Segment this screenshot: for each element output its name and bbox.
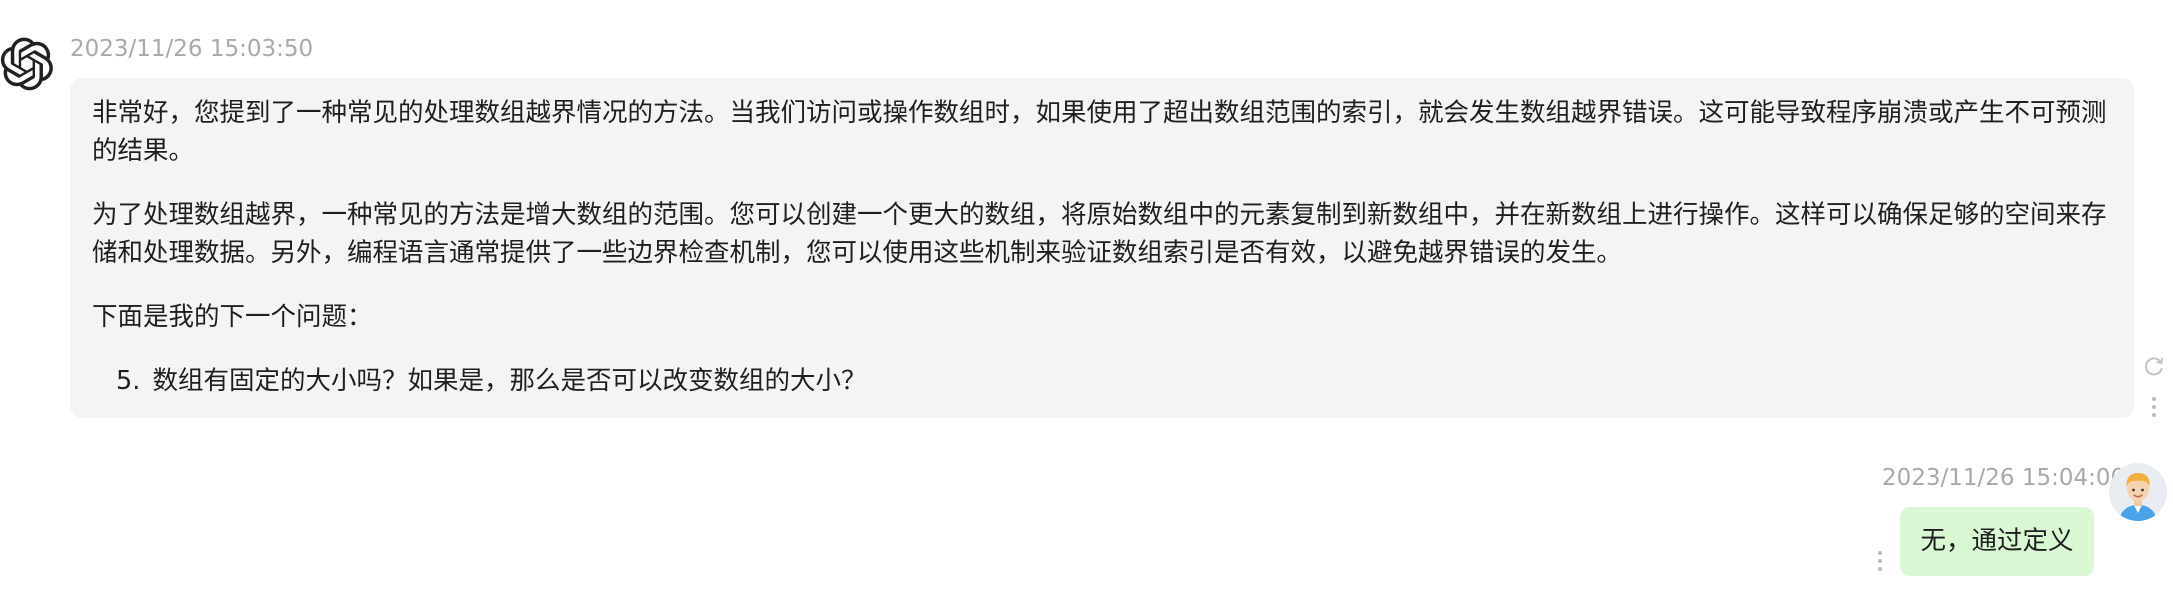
list-item-number: 5. xyxy=(116,366,141,396)
assistant-timestamp: 2023/11/26 15:03:50 xyxy=(70,36,314,62)
numbered-list-item: 5. 数组有固定的大小吗？如果是，那么是否可以改变数组的大小？ xyxy=(92,362,2110,400)
assistant-paragraph: 下面是我的下一个问题： xyxy=(92,302,373,332)
user-message-bubble: 无，通过定义 xyxy=(1900,507,2094,576)
chat-transcript: 2023/11/26 15:03:50 非常好，您提到了一种常见的处理数组越界情… xyxy=(0,0,2173,595)
refresh-icon[interactable] xyxy=(2143,355,2165,377)
user-timestamp: 2023/11/26 15:04:00 xyxy=(1882,465,2126,491)
assistant-paragraph: 非常好，您提到了一种常见的处理数组越界情况的方法。当我们访问或操作数组时，如果使… xyxy=(92,98,2107,166)
openai-logo-icon xyxy=(0,36,54,92)
user-avatar-icon xyxy=(2109,463,2167,521)
list-item-text: 数组有固定的大小吗？如果是，那么是否可以改变数组的大小？ xyxy=(152,366,867,396)
assistant-paragraph: 为了处理数组越界，一种常见的方法是增大数组的范围。您可以创建一个更大的数组，将原… xyxy=(92,200,2107,268)
more-vertical-icon[interactable] xyxy=(1871,548,1889,574)
assistant-message-bubble: 非常好，您提到了一种常见的处理数组越界情况的方法。当我们访问或操作数组时，如果使… xyxy=(70,78,2134,418)
more-vertical-icon[interactable] xyxy=(2145,394,2163,420)
